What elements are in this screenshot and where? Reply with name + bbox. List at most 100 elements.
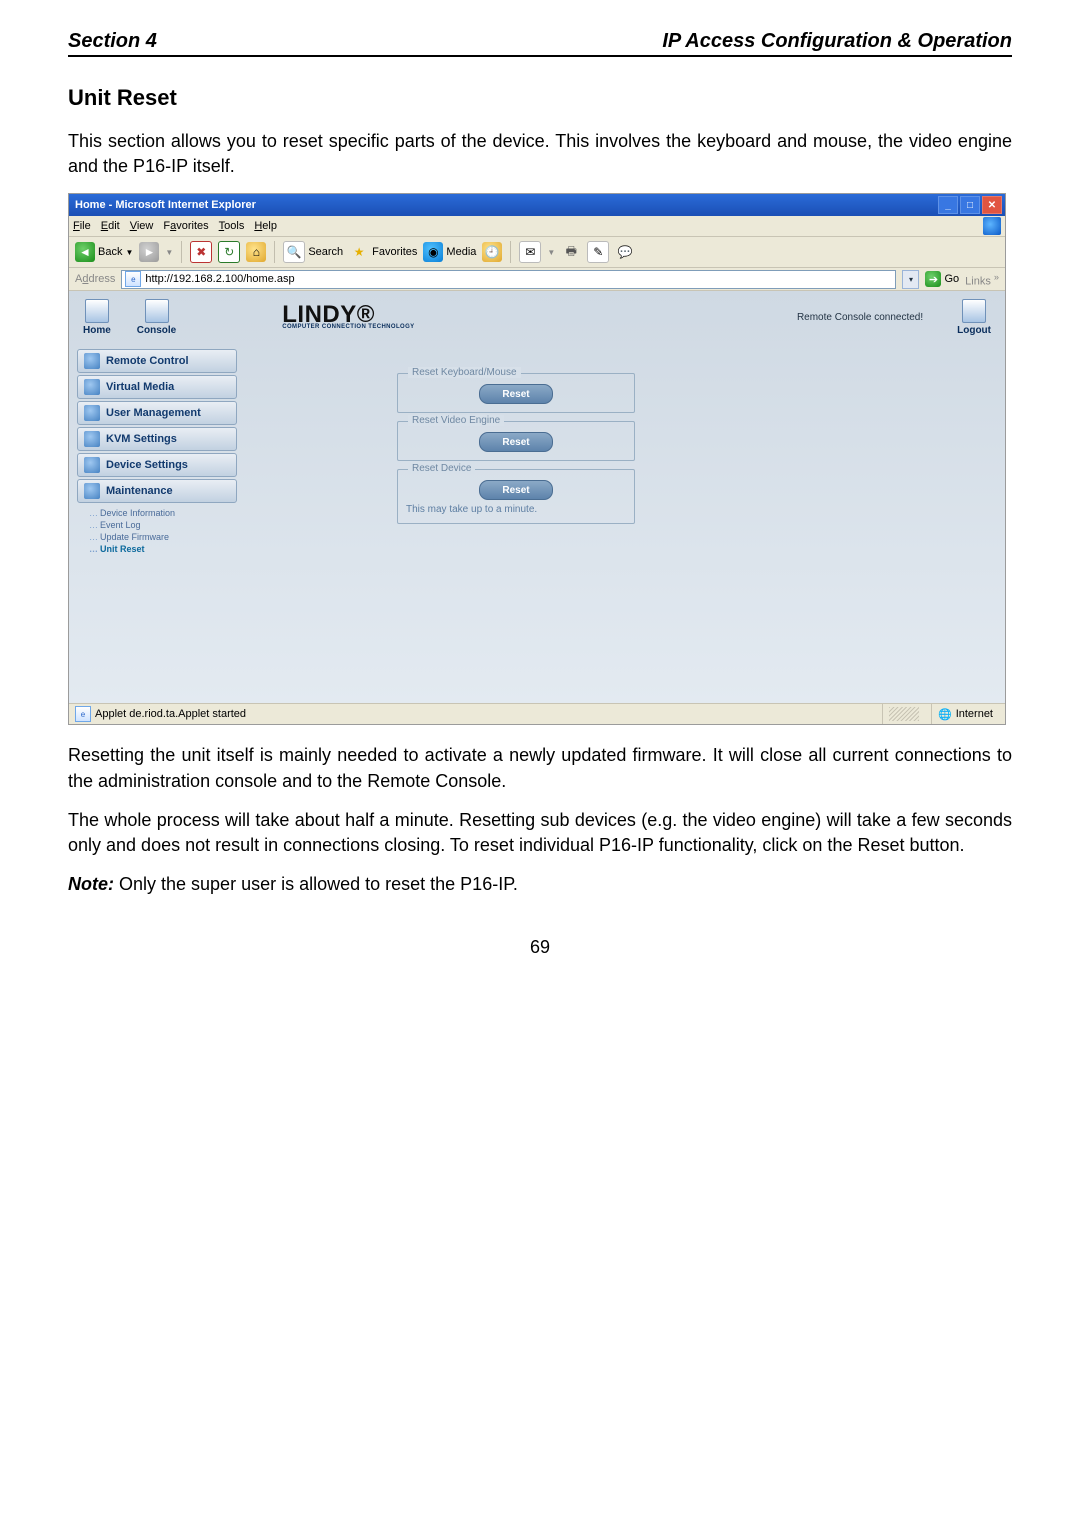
links-menu[interactable]: Links »: [965, 272, 999, 288]
legend: Reset Device: [408, 463, 475, 474]
window-titlebar[interactable]: Home - Microsoft Internet Explorer _ □ ✕: [69, 194, 1005, 216]
legend: Reset Keyboard/Mouse: [408, 367, 521, 378]
home-button[interactable]: ⌂: [246, 242, 266, 262]
search-button[interactable]: 🔍 Search: [283, 241, 343, 263]
mail-button[interactable]: ✉: [519, 241, 541, 263]
page-icon: e: [125, 271, 141, 287]
fieldset-reset-device: Reset Device Reset This may take up to a…: [397, 469, 635, 524]
media-icon: ◉: [423, 242, 443, 262]
url-field[interactable]: e http://192.168.2.100/home.asp: [121, 270, 896, 289]
menu-edit[interactable]: Edit: [101, 220, 120, 232]
console-icon: [145, 299, 169, 323]
section-right: IP Access Configuration & Operation: [662, 30, 1012, 53]
screenshot-ie-window: Home - Microsoft Internet Explorer _ □ ✕…: [68, 193, 1006, 725]
back-icon: ◄: [75, 242, 95, 262]
page-header: Section 4 IP Access Configuration & Oper…: [68, 30, 1012, 57]
media-label: Media: [446, 246, 476, 258]
sidebar-item-label: Remote Control: [106, 355, 189, 367]
users-icon: [84, 405, 100, 421]
sidebar-item-user-management[interactable]: User Management: [77, 401, 237, 425]
sidebar-item-maintenance[interactable]: Maintenance: [77, 479, 237, 503]
close-button[interactable]: ✕: [982, 196, 1002, 214]
edit-button[interactable]: ✎: [587, 241, 609, 263]
internet-icon: 🌐: [938, 708, 952, 721]
brand-logo: LINDY® COMPUTER CONNECTION TECHNOLOGY: [282, 304, 414, 331]
sidebar-item-virtual-media[interactable]: Virtual Media: [77, 375, 237, 399]
refresh-button[interactable]: ↻: [218, 241, 240, 263]
logout-label: Logout: [957, 325, 991, 336]
gear-icon: [84, 457, 100, 473]
address-label: Address: [75, 273, 115, 285]
go-button[interactable]: ➔ Go: [925, 271, 959, 287]
address-bar: Address e http://192.168.2.100/home.asp …: [69, 268, 1005, 291]
logo-subtext: COMPUTER CONNECTION TECHNOLOGY: [282, 325, 414, 330]
logout-icon: [962, 299, 986, 323]
search-icon: 🔍: [283, 241, 305, 263]
sidebar-item-remote-control[interactable]: Remote Control: [77, 349, 237, 373]
sidebar-item-label: Maintenance: [106, 485, 173, 497]
grip: [889, 707, 919, 721]
url-text: http://192.168.2.100/home.asp: [145, 273, 294, 285]
reset-video-button[interactable]: Reset: [479, 432, 553, 452]
subitem-unit-reset[interactable]: Unit Reset: [89, 544, 237, 554]
back-button[interactable]: ◄ Back ▼: [75, 242, 133, 262]
menu-view[interactable]: View: [130, 220, 154, 232]
console-link[interactable]: Console: [137, 299, 176, 336]
back-label: Back: [98, 246, 122, 258]
go-label: Go: [944, 273, 959, 285]
search-label: Search: [308, 246, 343, 258]
sidebar-item-kvm-settings[interactable]: KVM Settings: [77, 427, 237, 451]
stop-button[interactable]: ✖: [190, 241, 212, 263]
sidebar: Remote Control Virtual Media User Manage…: [77, 349, 237, 703]
paragraph-2: Resetting the unit itself is mainly need…: [68, 743, 1012, 793]
reset-device-button[interactable]: Reset: [479, 480, 553, 500]
menu-file[interactable]: File: [73, 220, 91, 232]
sidebar-item-label: User Management: [106, 407, 201, 419]
zone-label: Internet: [956, 708, 993, 720]
menu-help[interactable]: Help: [254, 220, 277, 232]
status-text: Applet de.riod.ta.Applet started: [95, 708, 246, 720]
subitem-update-firmware[interactable]: Update Firmware: [89, 532, 237, 542]
maintenance-submenu: Device Information Event Log Update Firm…: [77, 505, 237, 557]
subitem-event-log[interactable]: Event Log: [89, 520, 237, 530]
chevron-down-icon: ▼: [125, 248, 133, 257]
menu-tools[interactable]: Tools: [219, 220, 245, 232]
sidebar-item-label: Device Settings: [106, 459, 188, 471]
branding-bar: Home Console LINDY® COMPUTER CONNECTION …: [69, 291, 1005, 343]
console-label: Console: [137, 325, 176, 336]
reset-kb-mouse-button[interactable]: Reset: [479, 384, 553, 404]
media-icon: [84, 379, 100, 395]
links-label: Links: [965, 275, 991, 287]
chevron-down-icon: ▼: [547, 248, 555, 257]
subitem-device-info[interactable]: Device Information: [89, 508, 237, 518]
separator: [510, 241, 511, 263]
print-button[interactable]: 🖶: [561, 242, 581, 262]
address-dropdown[interactable]: ▾: [902, 270, 919, 289]
page-number: 69: [68, 937, 1012, 958]
paragraph-3: The whole process will take about half a…: [68, 808, 1012, 858]
history-button[interactable]: 🕘: [482, 242, 502, 262]
window-statusbar: e Applet de.riod.ta.Applet started 🌐 Int…: [69, 703, 1005, 724]
logo-text: LINDY®: [282, 304, 414, 326]
home-link[interactable]: Home: [83, 299, 111, 336]
page-title: Unit Reset: [68, 85, 1012, 111]
media-button[interactable]: ◉ Media: [423, 242, 476, 262]
separator: [181, 241, 182, 263]
settings-icon: [84, 431, 100, 447]
discuss-button[interactable]: 💬: [615, 242, 635, 262]
fieldset-reset-video: Reset Video Engine Reset: [397, 421, 635, 461]
window-title: Home - Microsoft Internet Explorer: [75, 199, 936, 211]
fieldset-reset-keyboard-mouse: Reset Keyboard/Mouse Reset: [397, 373, 635, 413]
maximize-button[interactable]: □: [960, 196, 980, 214]
note-text: Only the super user is allowed to reset …: [114, 874, 518, 894]
security-zone: 🌐 Internet: [931, 704, 999, 724]
page-icon: e: [75, 706, 91, 722]
menu-favorites[interactable]: Favorites: [163, 220, 208, 232]
note-label: Note:: [68, 874, 114, 894]
minimize-button[interactable]: _: [938, 196, 958, 214]
sidebar-item-device-settings[interactable]: Device Settings: [77, 453, 237, 477]
forward-button[interactable]: ►: [139, 242, 159, 262]
section-label: Section 4: [68, 30, 157, 53]
logout-link[interactable]: Logout: [957, 299, 991, 336]
favorites-button[interactable]: ★ Favorites: [349, 242, 417, 262]
